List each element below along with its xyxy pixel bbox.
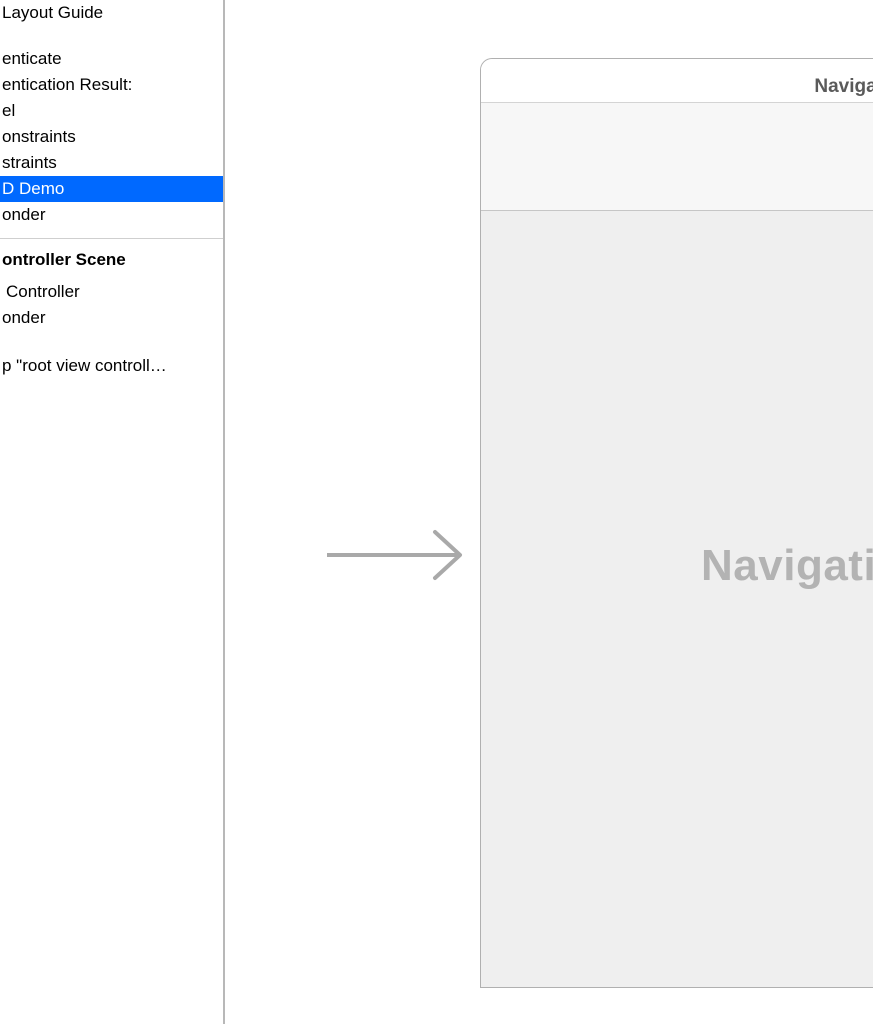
outline-item-constraints-2[interactable]: straints [0,150,223,176]
outline-separator [0,238,223,239]
storyboard-canvas[interactable]: Naviga Navigatio [227,0,873,1024]
outline-item-constraints-1[interactable]: onstraints [0,124,223,150]
outline-item-controller[interactable]: Controller [0,279,223,305]
outline-item-first-responder-2[interactable]: onder [0,305,223,331]
outline-item-demo[interactable]: D Demo [0,176,223,202]
navigation-bar[interactable] [481,103,873,211]
outline-item-label[interactable]: el [0,98,223,124]
outline-item-layout-guide[interactable]: Layout Guide [0,0,223,26]
outline-spacer [0,26,223,46]
outline-item-relationship[interactable]: p "root view controll… [0,353,223,379]
outline-item-authenticate[interactable]: enticate [0,46,223,72]
outline-scene-heading[interactable]: ontroller Scene [0,247,223,273]
outline-spacer [0,331,223,353]
navigation-controller-body: Navigatio [481,211,873,987]
navigation-controller-placeholder: Navigatio [701,541,873,591]
scene-title-bar: Naviga [481,59,873,103]
outline-item-first-responder-1[interactable]: onder [0,202,223,228]
segue-arrow-icon [327,520,482,590]
outline-item-authentication-result[interactable]: entication Result: [0,72,223,98]
scene-title: Naviga [504,76,873,98]
navigation-controller-scene[interactable]: Naviga Navigatio [480,58,873,988]
document-outline: Layout Guide enticate entication Result:… [0,0,225,1024]
